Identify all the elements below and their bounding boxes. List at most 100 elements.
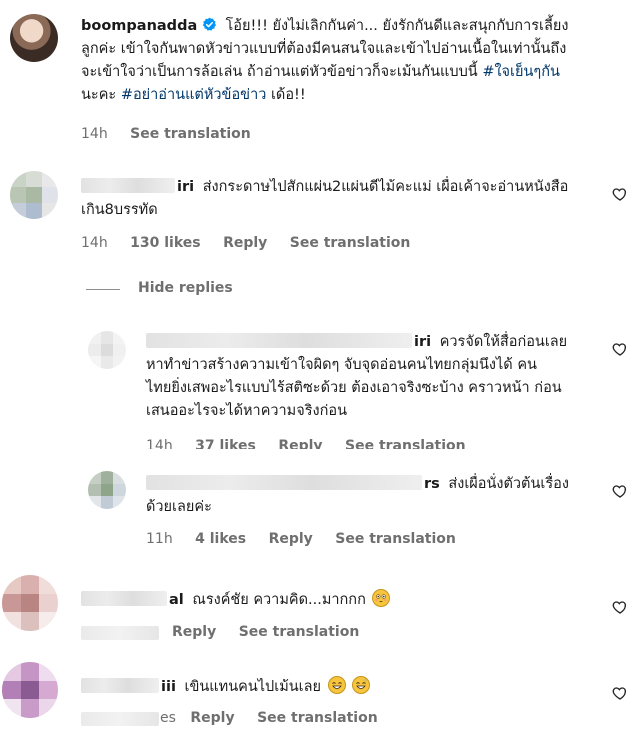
grinning-face-emoji-icon (327, 676, 346, 694)
comment-text: al ณรงค์ชัย ความคิด...มากกก (81, 589, 601, 612)
likes-count[interactable]: es (160, 710, 176, 726)
reply-button[interactable]: Reply (278, 438, 322, 449)
hide-replies-button[interactable]: Hide replies (138, 280, 251, 296)
avatar-pixel (113, 471, 126, 484)
comment-meta: 14h 130 likes Reply See translation (81, 235, 428, 251)
verified-badge-icon (202, 17, 216, 31)
see-translation-link[interactable]: See translation (257, 710, 378, 726)
avatar-pixel (88, 471, 101, 484)
avatar-pixel (2, 662, 21, 681)
avatar-pixel (39, 680, 58, 700)
like-heart-icon[interactable] (612, 483, 628, 499)
avatar-pixel (10, 187, 26, 203)
avatar-pixel (10, 203, 26, 219)
likes-count[interactable]: 130 likes (130, 235, 200, 251)
comment-username[interactable]: al (169, 592, 184, 608)
caption-line: เด้อ!! (270, 87, 306, 103)
reply-text: rs ส่งเผื่อนั่งตัวต้นเรื่อง ด้วยเลยค่ะ (146, 473, 616, 519)
blurred-username[interactable] (146, 475, 422, 490)
caption-line: จะเข้าใจว่าเป็นการล้อเล่น ถ้าอ่านแต่หัวข… (81, 64, 478, 80)
avatar-pixel (113, 496, 126, 509)
hashtag-link[interactable]: #ใจเย็นๆกัน (482, 64, 560, 80)
post-avatar[interactable] (10, 14, 58, 62)
blurred-username[interactable] (81, 178, 175, 193)
avatar-pixel (42, 187, 58, 203)
post-time: 14h (81, 126, 108, 142)
comment-username[interactable]: iii (161, 679, 176, 695)
reply-line: ไทยยิ่งเสพอะไรแบบไร้สติซะด้วย ต้องเอาจริ… (146, 380, 562, 396)
sweat-smile-emoji-icon (352, 676, 371, 694)
post-username[interactable]: boompanadda (81, 18, 197, 34)
like-heart-icon[interactable] (612, 341, 628, 357)
avatar-pixel (113, 483, 126, 497)
avatar-pixel (2, 575, 21, 594)
reply-line: หาทำข่าวสร้างความเข้าใจผิดๆ จับจุดอ่อนคน… (146, 357, 537, 373)
like-heart-icon[interactable] (612, 685, 628, 701)
avatar-pixel (26, 187, 42, 203)
avatar-pixel (10, 171, 26, 187)
reply-button[interactable]: Reply (223, 235, 267, 251)
avatar-pixel (2, 699, 21, 718)
hide-replies-label: Hide replies (138, 280, 233, 296)
see-translation-link[interactable]: See translation (290, 235, 411, 251)
comment-avatar[interactable] (2, 662, 58, 718)
reply-line: ควรจัดให้สื่อก่อนเลย (439, 334, 568, 350)
reply-username[interactable]: rs (424, 476, 440, 492)
avatar-pixel (39, 593, 58, 613)
reply-avatar[interactable] (88, 471, 126, 509)
blurred-username[interactable] (146, 333, 412, 348)
see-translation-link[interactable]: See translation (130, 126, 251, 142)
reply-button[interactable]: Reply (172, 624, 216, 640)
avatar-pixel (20, 680, 40, 700)
blurred-username[interactable] (81, 591, 167, 606)
reply-line: ด้วยเลยค่ะ (146, 499, 212, 515)
reply-avatar[interactable] (88, 331, 126, 369)
avatar-pixel (88, 496, 101, 509)
avatar-pixel (88, 343, 101, 357)
blurred-meta (81, 626, 159, 640)
avatar-pixel (100, 343, 114, 357)
avatar-pixel (20, 575, 40, 594)
comment-avatar[interactable] (10, 171, 58, 219)
reply-username[interactable]: iri (414, 334, 431, 350)
avatar-pixel (20, 593, 40, 613)
blurred-username[interactable] (81, 678, 159, 693)
avatar-pixel (39, 612, 58, 631)
reply-button[interactable]: Reply (190, 710, 234, 726)
see-translation-link[interactable]: See translation (335, 531, 456, 547)
comment-meta: Reply See translation (172, 624, 377, 640)
comment-line: เขินแทนคนไปเม้นเลย (184, 679, 321, 695)
comment-meta: es Reply See translation (160, 710, 396, 726)
comment-username[interactable]: iri (177, 179, 194, 195)
caption-line: ลูกค่ะ เข้าใจกันพาดหัวข่าวแบบที่ต้องมีคน… (81, 41, 567, 57)
avatar-pixel (113, 356, 126, 369)
reply-meta: 14h 37 likes Reply See translation (146, 438, 484, 449)
avatar-pixel (39, 699, 58, 718)
avatar-pixel (20, 612, 40, 631)
comment-line: ณรงค์ชัย ความคิด...มากกก (192, 592, 366, 608)
avatar-pixel (100, 331, 114, 344)
comment-time: 14h (81, 235, 108, 251)
likes-count[interactable]: 4 likes (195, 531, 246, 547)
avatar-pixel (42, 171, 58, 187)
reply-meta: 11h 4 likes Reply See translation (146, 531, 474, 547)
avatar-pixel (88, 483, 101, 497)
comment-text: iri ส่งกระดาษไปสักแผ่น2แผ่นดีไม้คะแม่ เผ… (81, 176, 601, 222)
comment-avatar[interactable] (2, 575, 58, 631)
post-meta: 14h See translation (81, 126, 269, 142)
like-heart-icon[interactable] (612, 599, 628, 615)
post-caption: boompanadda โอ้ย!!! ยังไม่เลิกกันค่า... … (81, 15, 629, 107)
avatar-pixel (113, 343, 126, 357)
see-translation-link[interactable]: See translation (345, 438, 466, 449)
like-heart-icon[interactable] (612, 186, 628, 202)
see-translation-link[interactable]: See translation (239, 624, 360, 640)
avatar-pixel (39, 575, 58, 594)
hashtag-link[interactable]: #อย่าอ่านแต่หัวข้อข่าว (121, 87, 267, 103)
likes-count[interactable]: 37 likes (195, 438, 256, 449)
reply-button[interactable]: Reply (269, 531, 313, 547)
reply-line: ส่งเผื่อนั่งตัวต้นเรื่อง (448, 476, 569, 492)
hide-replies-line (86, 289, 120, 290)
avatar-pixel (2, 680, 21, 700)
caption-line: โอ้ย!!! ยังไม่เลิกกันค่า... ยังรักกันดีแ… (225, 18, 569, 34)
avatar-pixel (88, 331, 101, 344)
